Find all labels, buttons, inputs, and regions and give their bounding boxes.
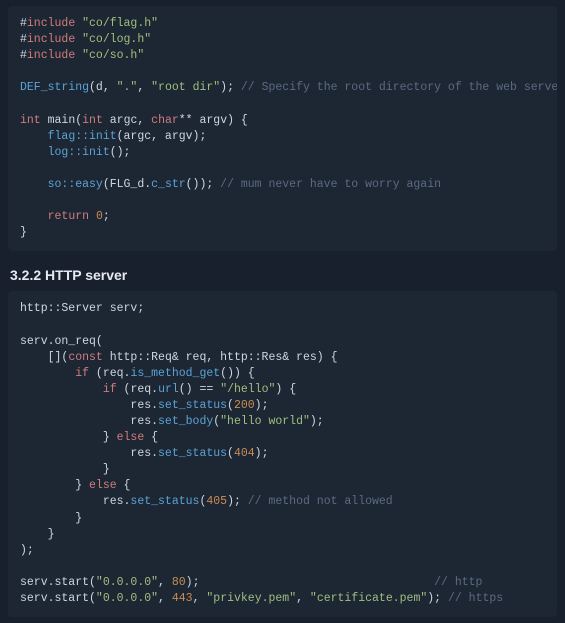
number-literal: 200 (234, 399, 255, 412)
code-text: serv.on_req( (20, 335, 103, 348)
comment: // mum never have to worry again (213, 178, 441, 191)
include-keyword: include (27, 33, 75, 46)
include-keyword: include (27, 17, 75, 30)
fn-log-init: log::init (48, 146, 110, 159)
string-literal: "0.0.0.0" (96, 592, 158, 605)
code-text: serv.start( (20, 592, 96, 605)
code-text: } (20, 463, 110, 476)
fn-set-body: set_body (158, 415, 213, 428)
code-text: ); (255, 447, 269, 460)
code-text: argc, (103, 114, 151, 127)
string-literal: "root dir" (151, 81, 220, 94)
code-text: ); (20, 544, 34, 557)
keyword-const: const (68, 351, 103, 364)
fn-cstr: c_str (151, 178, 186, 191)
code-text: , (296, 592, 310, 605)
include-path: "co/flag.h" (82, 17, 158, 30)
comment: // https (441, 592, 503, 605)
keyword-if: if (75, 367, 89, 380)
code-text: res. (20, 495, 130, 508)
keyword-else: else (117, 431, 145, 444)
code-text: ()); (186, 178, 214, 191)
code-text: (); (110, 146, 131, 159)
number-literal: 0 (96, 210, 103, 223)
code-text: , (158, 592, 172, 605)
code-text: ); (186, 576, 434, 589)
keyword-int: int (20, 114, 41, 127)
code-text: ** argv) { (179, 114, 248, 127)
include-path: "co/log.h" (82, 33, 151, 46)
code-text: (FLG_d. (103, 178, 151, 191)
code-text: ); (255, 399, 269, 412)
fn-is-method-get: is_method_get (130, 367, 220, 380)
code-text: , (193, 592, 207, 605)
code-block-http-server: http::Server serv; serv.on_req( [](const… (8, 291, 557, 617)
code-text: (req. (89, 367, 130, 380)
code-text: (req. (117, 383, 158, 396)
string-literal: "/hello" (220, 383, 275, 396)
code-text (20, 383, 103, 396)
string-literal: "privkey.pem" (206, 592, 296, 605)
section-heading-http-server: 3.2.2 HTTP server (10, 267, 555, 283)
code-text: (d, (89, 81, 117, 94)
code-text: serv.start( (20, 576, 96, 589)
keyword-int: int (82, 114, 103, 127)
code-text: ()) { (220, 367, 255, 380)
code-text (89, 210, 96, 223)
code-text: , (158, 576, 172, 589)
include-keyword: include (27, 49, 75, 62)
code-text: http::Server serv; (20, 302, 144, 315)
code-text: { (117, 479, 131, 492)
fn-url: url (158, 383, 179, 396)
string-literal: "0.0.0.0" (96, 576, 158, 589)
code-text: (argc, argv); (117, 130, 207, 143)
code-text: } (20, 479, 89, 492)
code-text: ); (310, 415, 324, 428)
code-text: ); (227, 495, 241, 508)
code-text: } (20, 226, 27, 239)
code-text: ( (227, 399, 234, 412)
code-text (20, 367, 75, 380)
code-text: res. (20, 415, 158, 428)
comment: // method not allowed (241, 495, 393, 508)
keyword-char: char (151, 114, 179, 127)
code-text: ) { (275, 383, 296, 396)
include-path: "co/so.h" (82, 49, 144, 62)
code-text: main( (41, 114, 82, 127)
comment: // Specify the root directory of the web… (234, 81, 557, 94)
code-text: []( (20, 351, 68, 364)
comment: // http (434, 576, 482, 589)
code-text: ); (427, 592, 441, 605)
string-literal: "certificate.pem" (310, 592, 427, 605)
code-text: ( (227, 447, 234, 460)
fn-flag-init: flag::init (48, 130, 117, 143)
fn-set-status: set_status (130, 495, 199, 508)
fn-set-status: set_status (158, 447, 227, 460)
keyword-else: else (89, 479, 117, 492)
code-text: res. (20, 399, 158, 412)
code-text: } (20, 528, 55, 541)
fn-so-easy: so::easy (48, 178, 103, 191)
def-string-macro: DEF_string (20, 81, 89, 94)
code-text: } (20, 512, 82, 525)
string-literal: "." (117, 81, 138, 94)
number-literal: 404 (234, 447, 255, 460)
code-text: () == (179, 383, 220, 396)
number-literal: 443 (172, 592, 193, 605)
code-text: res. (20, 447, 158, 460)
code-text: { (144, 431, 158, 444)
keyword-return: return (48, 210, 89, 223)
number-literal: 405 (206, 495, 227, 508)
keyword-if: if (103, 383, 117, 396)
fn-set-status: set_status (158, 399, 227, 412)
code-block-includes: #include "co/flag.h" #include "co/log.h"… (8, 6, 557, 251)
code-text: } (20, 431, 117, 444)
code-text: ); (220, 81, 234, 94)
code-text: http::Req& req, http::Res& res) { (103, 351, 338, 364)
string-literal: "hello world" (220, 415, 310, 428)
code-text: , (137, 81, 151, 94)
code-text: ; (103, 210, 110, 223)
number-literal: 80 (172, 576, 186, 589)
